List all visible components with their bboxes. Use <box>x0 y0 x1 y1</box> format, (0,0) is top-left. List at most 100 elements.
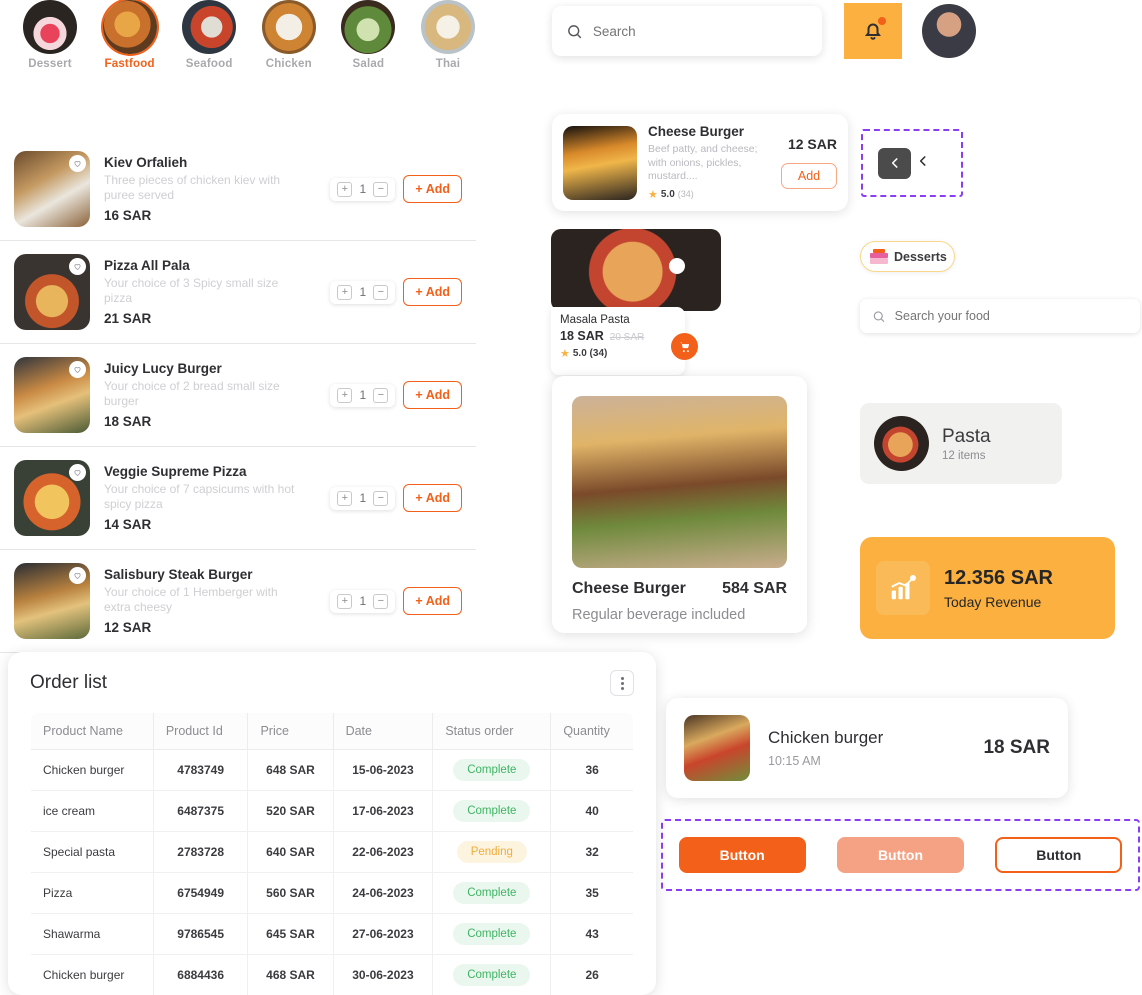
quantity-stepper[interactable]: + 1 − <box>330 280 396 304</box>
pasta-image <box>874 416 929 471</box>
food-search-bar[interactable] <box>860 299 1140 333</box>
featured-burger-price: 584 SAR <box>722 580 787 597</box>
food-list-item[interactable]: Juicy Lucy Burger Your choice of 2 bread… <box>0 344 476 447</box>
cell-price: 648 SAR <box>247 749 334 791</box>
category-item-chicken[interactable]: Chicken <box>253 0 325 70</box>
dashboard-page: Dessert Fastfood Seafood Chicken Salad T… <box>0 0 1142 995</box>
star-icon: ★ <box>648 188 658 201</box>
column-header: Status order <box>432 713 552 750</box>
food-price: 12 SAR <box>104 620 152 635</box>
decrement-button[interactable]: − <box>373 490 389 506</box>
cake-icon <box>870 248 888 264</box>
salad-thumb <box>341 0 396 54</box>
increment-button[interactable]: + <box>337 284 353 300</box>
avatar[interactable] <box>922 4 976 58</box>
search-icon <box>873 310 885 322</box>
cheese-burger-card[interactable]: Cheese Burger Beef patty, and cheese; wi… <box>552 114 848 211</box>
favorite-icon[interactable] <box>69 258 86 275</box>
favorite-icon[interactable] <box>69 464 86 481</box>
rating-count: (34) <box>677 189 694 200</box>
cell-date: 15-06-2023 <box>333 749 434 791</box>
table-row[interactable]: Special pasta 2783728 640 SAR 22-06-2023… <box>31 831 633 873</box>
bar-chart-glyph <box>891 575 916 600</box>
decrement-button[interactable]: − <box>373 593 389 609</box>
food-list-item[interactable]: Pizza All Pala Your choice of 3 Spicy sm… <box>0 241 476 344</box>
chicken-thumb <box>261 0 316 54</box>
back-chevron[interactable] <box>916 154 930 172</box>
category-item-thai[interactable]: Thai <box>412 0 484 70</box>
add-button[interactable]: + Add <box>403 587 462 615</box>
table-row[interactable]: Shawarma 9786545 645 SAR 27-06-2023 Comp… <box>31 913 633 955</box>
quantity-stepper[interactable]: + 1 − <box>330 486 396 510</box>
column-header: Quantity <box>550 713 633 750</box>
cell-date: 17-06-2023 <box>333 790 434 832</box>
star-icon: ★ <box>560 348 570 360</box>
decrement-button[interactable]: − <box>373 181 389 197</box>
status-badge: Complete <box>453 923 531 945</box>
pasta-category-card[interactable]: Pasta 12 items <box>860 403 1062 484</box>
order-item-image <box>684 715 750 781</box>
featured-burger-name: Cheese Burger <box>572 580 686 597</box>
quantity-stepper[interactable]: + 1 − <box>330 383 396 407</box>
increment-button[interactable]: + <box>337 490 353 506</box>
add-button[interactable]: + Add <box>403 484 462 512</box>
secondary-button[interactable]: Button <box>836 837 964 873</box>
increment-button[interactable]: + <box>337 181 353 197</box>
cheese-burger-description: Beef patty, and cheese; with onions, pic… <box>648 143 758 183</box>
favorite-icon[interactable] <box>69 567 86 584</box>
table-row[interactable]: Pizza 6754949 560 SAR 24-06-2023 Complet… <box>31 872 633 914</box>
cell-price: 560 SAR <box>247 872 334 914</box>
cell-status: Complete <box>432 749 552 791</box>
increment-button[interactable]: + <box>337 387 353 403</box>
cell-product-id: 6754949 <box>153 872 249 914</box>
decrement-button[interactable]: − <box>373 387 389 403</box>
desserts-chip[interactable]: Desserts <box>860 241 955 272</box>
category-label: Dessert <box>28 58 72 70</box>
table-row[interactable]: Chicken burger 4783749 648 SAR 15-06-202… <box>31 749 633 791</box>
add-button[interactable]: + Add <box>403 175 462 203</box>
search-bar[interactable] <box>552 6 822 56</box>
food-search-input[interactable] <box>894 309 1128 323</box>
add-to-cart-button[interactable] <box>671 333 698 360</box>
cheese-burger-name: Cheese Burger <box>648 124 745 140</box>
masala-pasta-card[interactable]: Masala Pasta 18 SAR 20 SAR ★ 5.0 (34) <box>551 229 721 375</box>
chevron-left-icon <box>919 156 926 166</box>
status-badge: Complete <box>453 759 531 781</box>
category-item-seafood[interactable]: Seafood <box>173 0 245 70</box>
fastfood-thumb <box>102 0 157 54</box>
category-item-salad[interactable]: Salad <box>332 0 404 70</box>
food-list-item[interactable]: Salisbury Steak Burger Your choice of 1 … <box>0 550 476 653</box>
more-options-icon[interactable] <box>610 670 634 696</box>
cell-product-id: 6884436 <box>153 954 249 995</box>
category-item-fastfood[interactable]: Fastfood <box>94 0 166 70</box>
add-button[interactable]: + Add <box>403 381 462 409</box>
cheese-burger-add-button[interactable]: Add <box>781 163 837 189</box>
quantity-stepper[interactable]: + 1 − <box>330 177 396 201</box>
add-button[interactable]: + Add <box>403 278 462 306</box>
quantity-value: 1 <box>359 388 367 402</box>
food-list-item[interactable]: Veggie Supreme Pizza Your choice of 7 ca… <box>0 447 476 550</box>
category-item-dessert[interactable]: Dessert <box>14 0 86 70</box>
cell-product-id: 2783728 <box>153 831 249 873</box>
outline-button[interactable]: Button <box>995 837 1123 873</box>
primary-button[interactable]: Button <box>678 837 806 873</box>
recent-order-card[interactable]: Chicken burger 10:15 AM 18 SAR <box>666 698 1068 798</box>
masala-pasta-old-price: 20 SAR <box>609 332 645 343</box>
table-row[interactable]: ice cream 6487375 520 SAR 17-06-2023 Com… <box>31 790 633 832</box>
back-button[interactable] <box>878 147 911 179</box>
quantity-stepper[interactable]: + 1 − <box>330 589 396 613</box>
favorite-icon[interactable] <box>69 361 86 378</box>
status-badge: Complete <box>453 800 531 822</box>
favorite-icon[interactable] <box>69 155 86 172</box>
featured-cheese-burger-card[interactable]: Cheese Burger 584 SAR Regular beverage i… <box>552 376 807 633</box>
search-input[interactable] <box>592 23 808 39</box>
cell-product-name: Chicken burger <box>31 954 154 995</box>
increment-button[interactable]: + <box>337 593 353 609</box>
decrement-button[interactable]: − <box>373 284 389 300</box>
pasta-name: Pasta <box>942 425 991 447</box>
food-price: 14 SAR <box>104 517 152 532</box>
food-list-item[interactable]: Kiev Orfalieh Three pieces of chicken ki… <box>0 138 476 241</box>
column-header: Price <box>247 713 334 750</box>
notification-button[interactable] <box>844 3 902 59</box>
table-row[interactable]: Chicken burger 6884436 468 SAR 30-06-202… <box>31 954 633 995</box>
